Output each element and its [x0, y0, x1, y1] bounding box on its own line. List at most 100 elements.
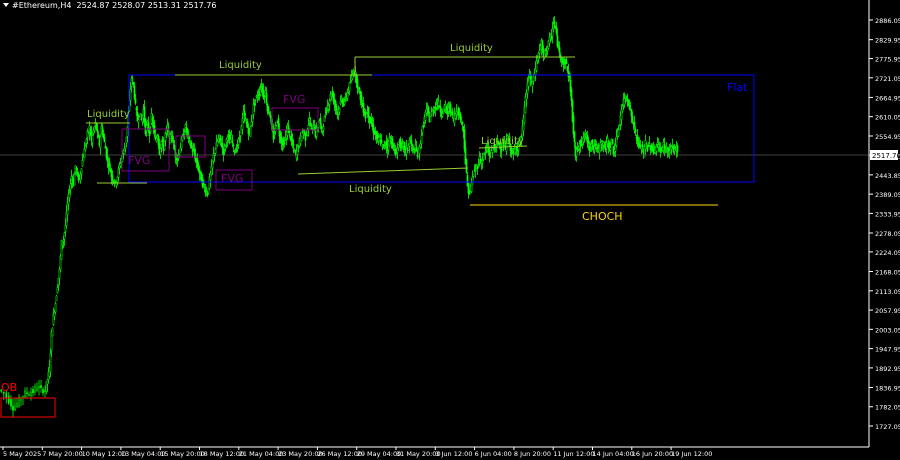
candle-body [95, 122, 98, 130]
candle-body [325, 110, 328, 114]
candle-body [250, 121, 253, 126]
candle-body [272, 131, 275, 140]
candle-body [665, 146, 668, 149]
x-tick-label: 15 May 20:00 [160, 450, 205, 458]
candle-body [145, 125, 148, 131]
candle-body [634, 129, 637, 133]
candle-body [647, 145, 650, 147]
candle-body [205, 191, 208, 193]
candle-body [188, 136, 191, 139]
candle-body [164, 132, 167, 141]
candle-body [44, 390, 46, 392]
candle-body [203, 187, 206, 189]
candle-body [451, 111, 454, 116]
candle-body [555, 27, 558, 34]
candle-body [93, 126, 96, 131]
candle-body [236, 144, 239, 147]
candle-body [343, 101, 346, 104]
price-chart[interactable]: 2886.05 2829.95 2775.95 2721.05 2664.95 2610.… [0, 0, 900, 460]
candle-body [170, 135, 173, 137]
liquidity-label-5: Liquidity [481, 136, 524, 147]
candle-body [309, 122, 312, 126]
candle-body [617, 129, 620, 137]
y-tick-label: 2003.05 [875, 326, 900, 334]
candle-body [437, 101, 440, 106]
candle-body [132, 82, 135, 85]
candle-body [217, 138, 220, 142]
candle-body [263, 95, 266, 98]
candle-body [641, 144, 644, 148]
candle-body [221, 142, 224, 149]
candle-body [61, 242, 64, 246]
x-tick-label: 14 Jun 04:00 [593, 450, 634, 458]
candle-body [291, 139, 294, 145]
candle-body [171, 136, 174, 142]
candle-body [551, 28, 554, 37]
candle-body [257, 94, 260, 96]
candle-body [676, 145, 679, 152]
candle-body [413, 152, 416, 154]
y-tick-label: 2278.05 [875, 230, 900, 238]
candle-body [297, 146, 300, 149]
candle-body [328, 100, 331, 105]
candle-body [360, 95, 363, 103]
candle-body [614, 145, 617, 152]
fvg-label-2: FVG [283, 93, 305, 106]
candle-body [339, 101, 342, 104]
candle-body [367, 106, 370, 118]
candle-body [335, 105, 338, 111]
y-tick-label: 1727.05 [875, 423, 900, 431]
y-tick-label: 2389.05 [875, 191, 900, 199]
candle-body [433, 108, 436, 111]
candle-body [611, 139, 614, 145]
candle-body [484, 151, 487, 153]
candle-body [663, 143, 666, 150]
candle-body [362, 102, 365, 113]
candle-body [178, 153, 181, 157]
x-tick-label: 7 May 20:00 [42, 450, 82, 458]
candle-body [255, 95, 258, 97]
candle-body [557, 45, 560, 47]
candle-body [66, 202, 69, 216]
candle-body [396, 147, 399, 153]
candle-body [28, 394, 30, 396]
candle-body [645, 143, 648, 145]
x-tick-label: 26 May 12:00 [317, 450, 362, 458]
candle-body [135, 107, 138, 111]
candle-body [399, 138, 402, 148]
candle-body [633, 121, 636, 127]
candle-body [491, 147, 494, 153]
candle-body [68, 192, 71, 198]
candle-body [101, 127, 104, 135]
chart-window[interactable]: #Ethereum,H4 2524.87 2528.07 2513.31 251… [0, 0, 900, 460]
candle-body [593, 145, 596, 151]
candle-body [267, 106, 270, 114]
candle-body [34, 386, 36, 393]
liquidity-label-1: Liquidity [87, 109, 130, 120]
candle-body [358, 87, 361, 90]
candle-body [356, 79, 359, 89]
y-tick-label: 1782.05 [875, 404, 900, 412]
candle-body [163, 141, 166, 151]
candle-body [214, 148, 217, 154]
candle-body [625, 96, 628, 98]
candle-body [273, 133, 276, 136]
candle-body [246, 121, 249, 128]
candle-body [476, 166, 479, 170]
candle-body [56, 287, 59, 294]
candle-body [116, 177, 119, 183]
candle-body [310, 127, 313, 130]
candle-body [383, 145, 386, 147]
candle-body [553, 21, 556, 26]
candle-body [422, 126, 425, 128]
candle-body [631, 116, 634, 122]
candle-body [228, 135, 231, 140]
candles [0, 16, 679, 418]
candle-body [410, 140, 413, 145]
candle-body [403, 142, 406, 150]
x-tick-label: 13 May 04:00 [121, 450, 166, 458]
candle-body [53, 311, 56, 317]
candle-body [615, 136, 618, 146]
candle-body [179, 147, 182, 153]
candle-body [477, 164, 480, 166]
